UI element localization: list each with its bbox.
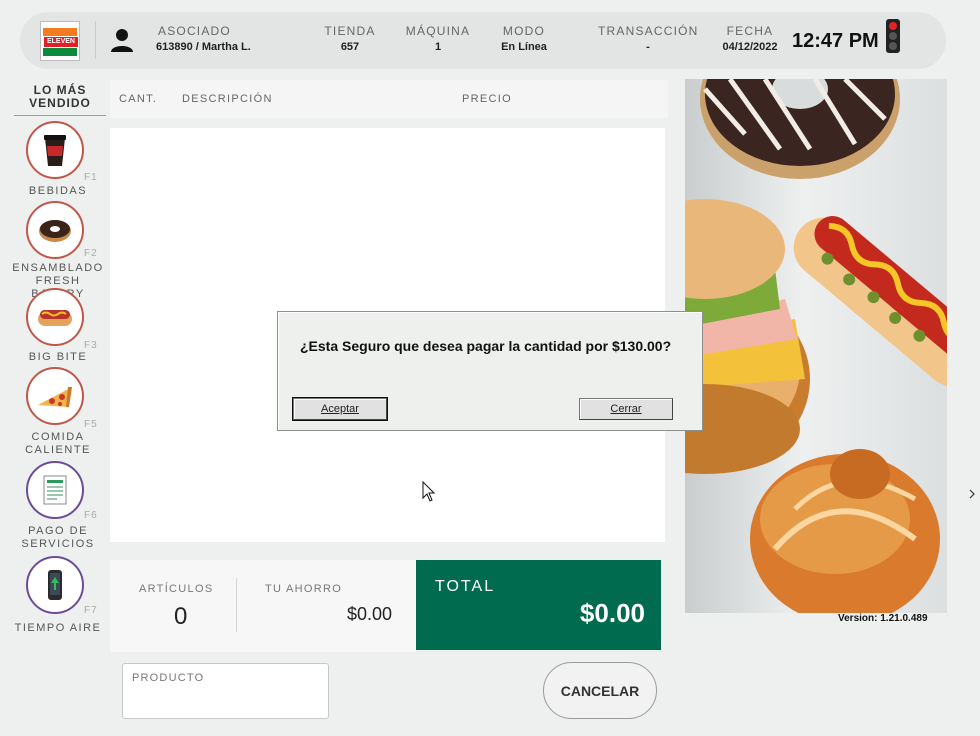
cancel-button[interactable]: CANCELAR: [543, 662, 657, 719]
shortcut-key: F3: [84, 340, 98, 351]
food-promo-image: [685, 79, 947, 613]
category-label: TIEMPO AIRE: [14, 622, 102, 634]
mode-field: MODO En Línea: [490, 24, 558, 53]
clock: 12:47 PM: [792, 30, 879, 52]
mode-value: En Línea: [501, 41, 547, 53]
category-button[interactable]: [26, 121, 84, 179]
status-light-off: [889, 42, 897, 50]
status-red-light: [889, 22, 897, 30]
confirm-payment-dialog: ¿Esta Seguro que desea pagar la cantidad…: [277, 311, 703, 431]
pizza-slice-icon: [38, 387, 72, 407]
logo-green-stripe: [43, 48, 77, 56]
logo-eleven-text: ELEVEN: [44, 37, 78, 47]
header-divider: [95, 21, 96, 59]
machine-field: MÁQUINA 1: [402, 24, 474, 53]
user-icon: [111, 29, 133, 52]
associate-label: ASOCIADO: [158, 24, 231, 38]
total-label: TOTAL: [435, 578, 496, 595]
machine-value: 1: [434, 41, 442, 53]
product-input[interactable]: PRODUCTO: [122, 663, 329, 719]
category-label: BEBIDAS: [28, 185, 88, 197]
category-label: PAGO DE SERVICIOS: [21, 525, 95, 550]
store-label: TIENDA: [324, 24, 376, 38]
associate-field: ASOCIADO 613890 / Martha L.: [146, 24, 251, 53]
transaction-value: -: [646, 41, 650, 53]
column-price: PRECIO: [462, 93, 512, 105]
date-value: 04/12/2022: [722, 41, 778, 53]
totals-divider: [236, 578, 237, 632]
shortcut-key: F1: [84, 172, 98, 183]
category-label: BIG BITE: [28, 351, 88, 363]
top-status-bar: ELEVEN ASOCIADO 613890 / Martha L. TIEND…: [20, 12, 946, 69]
savings-value: $0.00: [347, 604, 393, 624]
machine-label: MÁQUINA: [405, 24, 471, 38]
status-light-off: [889, 32, 897, 40]
product-input-label: PRODUCTO: [132, 672, 205, 684]
seven-eleven-logo: ELEVEN: [40, 21, 80, 61]
close-button[interactable]: Cerrar: [579, 398, 673, 420]
store-field: TIENDA 657: [318, 24, 382, 53]
connection-status-light-icon: [886, 19, 900, 53]
articles-label: ARTÍCULOS: [139, 583, 214, 595]
mouse-pointer-icon: [422, 481, 436, 502]
transaction-label: TRANSACCIÓN: [598, 24, 699, 38]
transaction-field: TRANSACCIÓN -: [598, 24, 698, 53]
date-field: FECHA 04/12/2022: [716, 24, 784, 53]
category-button[interactable]: [26, 201, 84, 259]
drink-cup-icon: [44, 135, 66, 166]
column-qty: CANT.: [119, 93, 158, 105]
associate-value: 613890 / Martha L.: [156, 41, 251, 53]
category-button[interactable]: [26, 461, 84, 519]
bill-receipt-icon: [43, 475, 67, 505]
store-value: 657: [340, 41, 360, 53]
category-button[interactable]: [26, 556, 84, 614]
date-label: FECHA: [726, 24, 774, 38]
donut-icon: [39, 220, 71, 242]
total-box: TOTAL $0.00: [416, 560, 661, 650]
category-button[interactable]: [26, 367, 84, 425]
dialog-message: ¿Esta Seguro que desea pagar la cantidad…: [300, 338, 672, 354]
category-label: COMIDA CALIENTE: [25, 431, 91, 456]
column-description: DESCRIPCIÓN: [182, 93, 273, 105]
total-amount: $0.00: [579, 598, 645, 628]
item-list-header: CANT. DESCRIPCIÓN PRECIO: [110, 80, 668, 118]
savings-label: TU AHORRO: [265, 583, 343, 595]
food-collage-image: [685, 79, 947, 613]
totals-panel: ARTÍCULOS 0 TU AHORRO $0.00: [110, 560, 416, 652]
phone-topup-icon: [48, 570, 62, 600]
hotdog-icon: [38, 310, 72, 326]
accept-button[interactable]: Aceptar: [292, 397, 388, 421]
version-label: Version: 1.21.0.489: [838, 613, 928, 624]
chevron-right-icon: [969, 489, 975, 499]
logo-orange-stripe: [43, 28, 77, 36]
shortcut-key: F2: [84, 248, 98, 259]
shortcut-key: F5: [84, 419, 98, 430]
category-button[interactable]: [26, 288, 84, 346]
articles-count: 0: [174, 603, 188, 630]
best-sellers-title: LO MÁS VENDIDO: [14, 84, 106, 116]
shortcut-key: F7: [84, 605, 98, 616]
mode-label: MODO: [502, 24, 546, 38]
shortcut-key: F6: [84, 510, 98, 521]
